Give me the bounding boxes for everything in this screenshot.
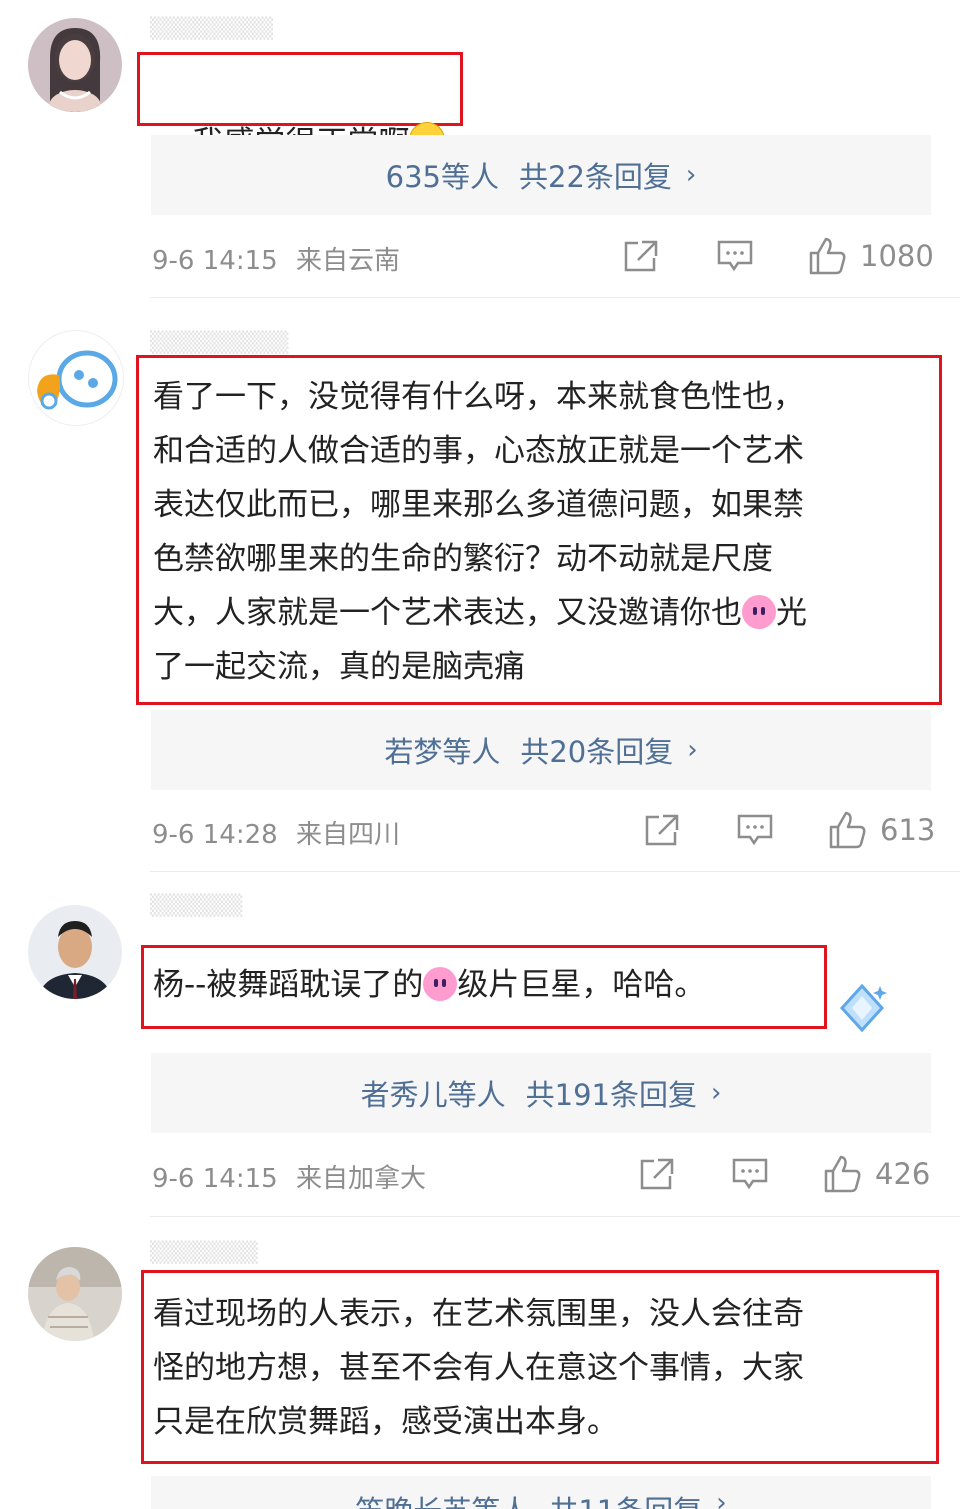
username[interactable]: ▒▒▒▒▒▒▒ <box>150 1240 258 1264</box>
share-icon <box>645 814 679 846</box>
reply-summary[interactable]: 635等人 共22条回复 › <box>151 135 931 215</box>
comment-text-body: 看过现场的人表示，在艺术氛围里，没人会往奇 怪的地方想，甚至不会有人在意这个事情… <box>153 1296 804 1440</box>
username[interactable]: ▒▒▒▒▒▒ <box>150 893 242 917</box>
divider <box>150 297 960 298</box>
location: 来自加拿大 <box>295 1164 426 1194</box>
share-button[interactable] <box>638 1156 676 1192</box>
reply-names: 者秀儿等人 <box>360 1078 506 1112</box>
share-button[interactable] <box>643 812 681 848</box>
like-count: 613 <box>880 813 936 847</box>
comment-meta: 9-6 14:28 来自四川 <box>152 814 400 851</box>
comment-text-body: 杨--被舞蹈耽误了的 <box>153 967 424 1003</box>
like-icon <box>829 811 866 849</box>
avatar[interactable] <box>28 905 122 999</box>
reply-count: 共191条回复 <box>525 1078 697 1112</box>
comment-text: 杨--被舞蹈耽误了的 级片巨星，哈哈。 <box>153 958 705 1012</box>
comment-meta: 9-6 14:15 来自云南 <box>152 240 400 277</box>
username[interactable]: ▒▒▒▒▒▒▒▒▒ <box>150 330 288 354</box>
avatar[interactable] <box>28 18 122 112</box>
timestamp: 9-6 14:28 <box>152 820 278 850</box>
pink-kirby-emoji-icon <box>742 595 776 629</box>
diamond-badge-icon <box>836 982 888 1038</box>
reply-summary[interactable]: 者秀儿等人 共191条回复 › <box>151 1053 931 1133</box>
share-button[interactable] <box>622 238 660 274</box>
comment-text-tail: 级片巨星，哈哈。 <box>457 967 706 1003</box>
chevron-right-icon: › <box>685 160 697 190</box>
comment-text: 看了一下，没觉得有什么呀，本来就食色性也， 和合适的人做合适的事，心态放正就是一… <box>153 370 807 694</box>
share-icon <box>640 1158 674 1190</box>
like-count: 1080 <box>860 239 934 273</box>
comment-meta: 9-6 14:15 来自加拿大 <box>152 1158 426 1195</box>
username[interactable]: ▒▒▒▒▒▒▒▒ <box>150 16 273 40</box>
comment-icon <box>717 240 753 272</box>
reply-names: 笛晚长苏等人 <box>355 1488 529 1509</box>
chevron-right-icon: › <box>716 1488 727 1509</box>
divider <box>150 871 960 872</box>
chevron-right-icon: › <box>710 1078 722 1108</box>
comment-text: 看过现场的人表示，在艺术氛围里，没人会往奇 怪的地方想，甚至不会有人在意这个事情… <box>153 1287 804 1449</box>
comment-button[interactable] <box>716 239 754 273</box>
reply-summary[interactable]: 若梦等人 共20条回复 › <box>151 710 931 790</box>
comment-button[interactable] <box>736 813 774 847</box>
location: 来自云南 <box>295 246 400 276</box>
reply-count: 共20条回复 <box>520 735 674 769</box>
comment-icon <box>737 814 773 846</box>
timestamp: 9-6 14:15 <box>152 1164 278 1194</box>
avatar[interactable] <box>28 1247 122 1341</box>
comment-icon <box>732 1158 768 1190</box>
reply-summary[interactable]: 笛晚长苏等人 共11条回复 › <box>151 1476 931 1509</box>
chevron-right-icon: › <box>687 735 698 765</box>
like-count: 426 <box>875 1157 931 1191</box>
comment-text-body: 看了一下，没觉得有什么呀，本来就食色性也， 和合适的人做合适的事，心态放正就是一… <box>153 379 804 631</box>
divider <box>150 1216 960 1217</box>
like-icon <box>809 237 846 275</box>
reply-count: 共22条回复 <box>519 160 672 194</box>
share-icon <box>624 240 658 272</box>
pink-kirby-emoji-icon <box>423 967 458 1001</box>
comment-button[interactable] <box>731 1157 769 1191</box>
reply-count: 共11条回复 <box>549 1488 702 1509</box>
like-icon <box>824 1155 861 1193</box>
reply-names: 若梦等人 <box>384 735 501 769</box>
like-button[interactable]: 426 <box>823 1154 930 1194</box>
like-button[interactable]: 613 <box>828 810 935 850</box>
timestamp: 9-6 14:15 <box>152 246 278 276</box>
like-button[interactable]: 1080 <box>808 236 934 276</box>
reply-names: 635等人 <box>385 160 500 194</box>
location: 来自四川 <box>295 820 400 850</box>
avatar[interactable] <box>28 330 124 426</box>
